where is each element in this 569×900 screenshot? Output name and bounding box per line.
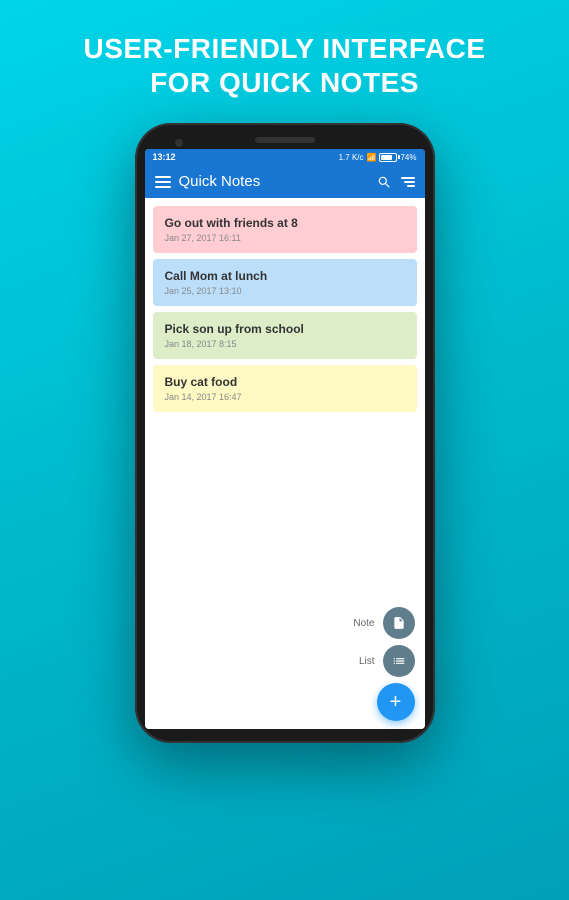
status-right: 1.7 K/c 📶 74% [339,153,417,162]
headline-line2: FOR QUICK NOTES [150,67,419,98]
fab-list-label: List [359,656,375,667]
note-date-1: Jan 27, 2017 16:11 [165,233,405,243]
headline: USER-FRIENDLY INTERFACE FOR QUICK NOTES [64,32,506,99]
list-icon [392,654,406,668]
network-info: 1.7 K/c [339,153,364,162]
phone-shell: 13:12 1.7 K/c 📶 74% Quick Notes [135,123,435,743]
fab-note-label: Note [353,618,374,629]
note-icon [392,616,406,630]
battery-icon [379,153,397,162]
phone-screen: 13:12 1.7 K/c 📶 74% Quick Notes [145,149,425,729]
fab-add-option: + [377,683,415,721]
note-title-3: Pick son up from school [165,322,405,336]
headline-line1: USER-FRIENDLY INTERFACE [84,33,486,64]
note-title-4: Buy cat food [165,375,405,389]
fab-area: Note List + [145,599,425,729]
wifi-icon: 📶 [367,153,377,162]
fab-list-option: List [359,645,415,677]
note-card-4[interactable]: Buy cat food Jan 14, 2017 16:47 [153,365,417,412]
hamburger-icon[interactable] [155,176,171,188]
fab-list-button[interactable] [383,645,415,677]
note-date-4: Jan 14, 2017 16:47 [165,392,405,402]
note-title-1: Go out with friends at 8 [165,216,405,230]
search-icon [377,175,391,189]
fab-note-option: Note [353,607,414,639]
fab-note-button[interactable] [383,607,415,639]
phone-top-bar [145,137,425,143]
note-card-2[interactable]: Call Mom at lunch Jan 25, 2017 13:10 [153,259,417,306]
sort-button[interactable] [401,177,415,187]
phone-speaker [255,137,315,143]
note-card-1[interactable]: Go out with friends at 8 Jan 27, 2017 16… [153,206,417,253]
status-bar: 13:12 1.7 K/c 📶 74% [145,149,425,165]
note-card-3[interactable]: Pick son up from school Jan 18, 2017 8:1… [153,312,417,359]
fab-add-button[interactable]: + [377,683,415,721]
app-title: Quick Notes [179,173,261,190]
fab-add-icon: + [390,691,402,714]
notes-list: Go out with friends at 8 Jan 27, 2017 16… [145,198,425,599]
note-date-2: Jan 25, 2017 13:10 [165,286,405,296]
app-bar-right [377,175,415,189]
app-bar-left: Quick Notes [155,173,261,190]
battery-percent: 74% [400,153,416,162]
battery-fill [381,155,391,160]
search-button[interactable] [377,175,391,189]
note-title-2: Call Mom at lunch [165,269,405,283]
app-bar: Quick Notes [145,165,425,198]
status-time: 13:12 [153,152,176,162]
sort-icon [401,177,415,187]
note-date-3: Jan 18, 2017 8:15 [165,339,405,349]
phone-camera [175,139,183,147]
